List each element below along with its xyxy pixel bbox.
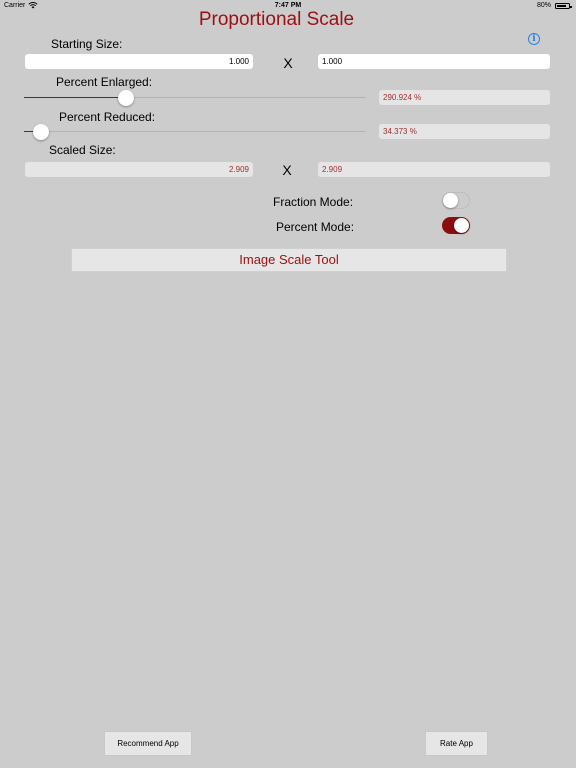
- fraction-mode-label: Fraction Mode:: [273, 195, 354, 209]
- scaled-width-value: 2.909: [25, 162, 253, 177]
- percent-enlarged-label: Percent Enlarged:: [56, 75, 153, 89]
- battery-percent: 80%: [536, 2, 551, 9]
- page-title: Proportional Scale: [198, 9, 355, 30]
- battery-icon: [555, 3, 572, 9]
- starting-size-separator: X: [283, 55, 293, 71]
- percent-enlarged-slider[interactable]: [24, 90, 366, 106]
- starting-size-label: Starting Size:: [51, 37, 123, 51]
- scaled-height-value: 2.909: [318, 162, 550, 177]
- slider-track: [24, 131, 366, 132]
- scaled-size-separator: X: [282, 162, 292, 178]
- percent-mode-toggle[interactable]: [442, 217, 470, 234]
- status-time: 7:47 PM: [274, 2, 302, 9]
- rate-app-button[interactable]: Rate App: [425, 731, 488, 756]
- percent-reduced-label: Percent Reduced:: [59, 110, 156, 124]
- recommend-app-button[interactable]: Recommend App: [104, 731, 192, 756]
- percent-reduced-value: 34.373 %: [379, 124, 550, 139]
- slider-fill: [24, 97, 126, 98]
- percent-reduced-slider[interactable]: [24, 124, 366, 140]
- image-scale-tool-button[interactable]: Image Scale Tool: [71, 248, 507, 272]
- percent-enlarged-value: 290.924 %: [379, 90, 550, 105]
- fraction-mode-toggle[interactable]: [442, 192, 470, 209]
- toggle-knob: [443, 193, 458, 208]
- percent-mode-label: Percent Mode:: [276, 220, 355, 234]
- starting-height-input[interactable]: 1.000: [318, 54, 550, 69]
- toggle-knob: [454, 218, 469, 233]
- slider-thumb[interactable]: [118, 90, 134, 106]
- scaled-size-label: Scaled Size:: [49, 143, 116, 157]
- starting-width-input[interactable]: 1.000: [25, 54, 253, 69]
- info-icon[interactable]: i: [528, 33, 540, 45]
- slider-thumb[interactable]: [33, 124, 49, 140]
